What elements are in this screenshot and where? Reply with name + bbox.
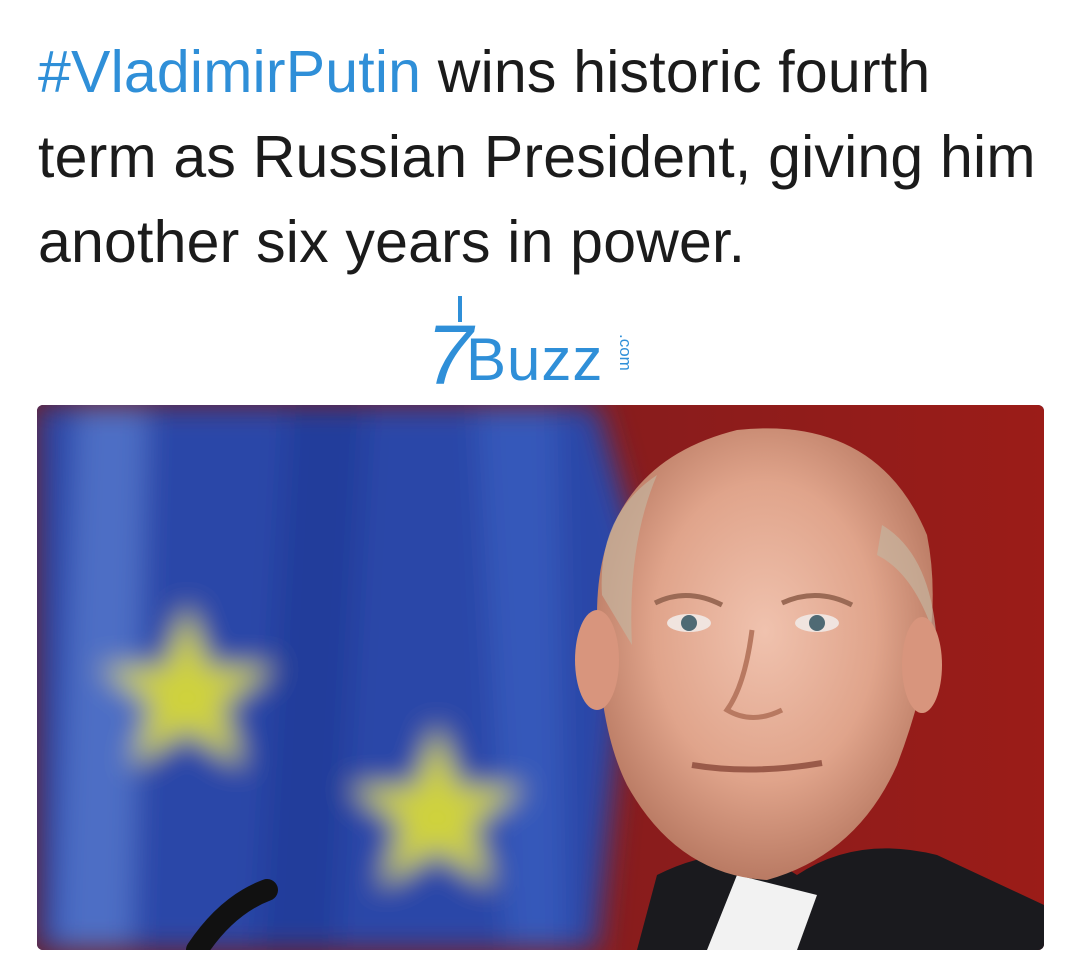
watermark-logo: 7 Buzz .com [420,292,635,392]
tweet-text: #VladimirPutin wins historic fourth term… [38,30,1048,285]
brand-text: Buzz [466,326,603,392]
tweet-media-photo[interactable] [37,405,1044,950]
buzz-logo-icon: 7 Buzz .com [426,296,635,392]
news-photo-icon [37,405,1044,950]
brand-suffix: .com [616,334,635,371]
hashtag-link[interactable]: #VladimirPutin [38,39,421,105]
